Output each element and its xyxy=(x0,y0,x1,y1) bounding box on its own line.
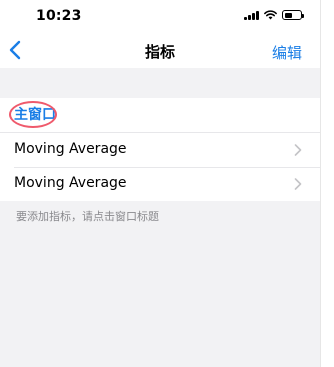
chevron-right-icon xyxy=(294,178,302,190)
section-gap xyxy=(0,68,320,98)
status-time: 10:23 xyxy=(36,8,82,24)
indicator-row[interactable]: Moving Average xyxy=(0,167,320,201)
main-window-title[interactable]: 主窗口 xyxy=(14,104,56,124)
group-header: 主窗口 xyxy=(0,98,320,133)
wifi-icon xyxy=(264,10,277,20)
indicator-row[interactable]: Moving Average xyxy=(0,133,320,167)
indicator-group: 主窗口 Moving Average Moving Average xyxy=(0,98,320,201)
hint-text: 要添加指标，请点击窗口标题 xyxy=(16,210,159,223)
battery-level xyxy=(284,12,293,18)
edit-button[interactable]: 编辑 xyxy=(272,42,302,63)
navigation-bar: 指标 编辑 xyxy=(0,34,320,68)
chevron-right-icon xyxy=(294,144,302,156)
status-bar: 10:23 xyxy=(0,0,320,34)
cellular-signal-icon xyxy=(244,10,259,20)
indicator-label: Moving Average xyxy=(14,141,127,157)
indicator-label: Moving Average xyxy=(14,175,127,191)
battery-icon xyxy=(282,10,304,20)
screen: 10:23 指标 编辑 主窗口 Moving Average Moving Av… xyxy=(0,0,321,367)
status-icons xyxy=(244,10,304,20)
